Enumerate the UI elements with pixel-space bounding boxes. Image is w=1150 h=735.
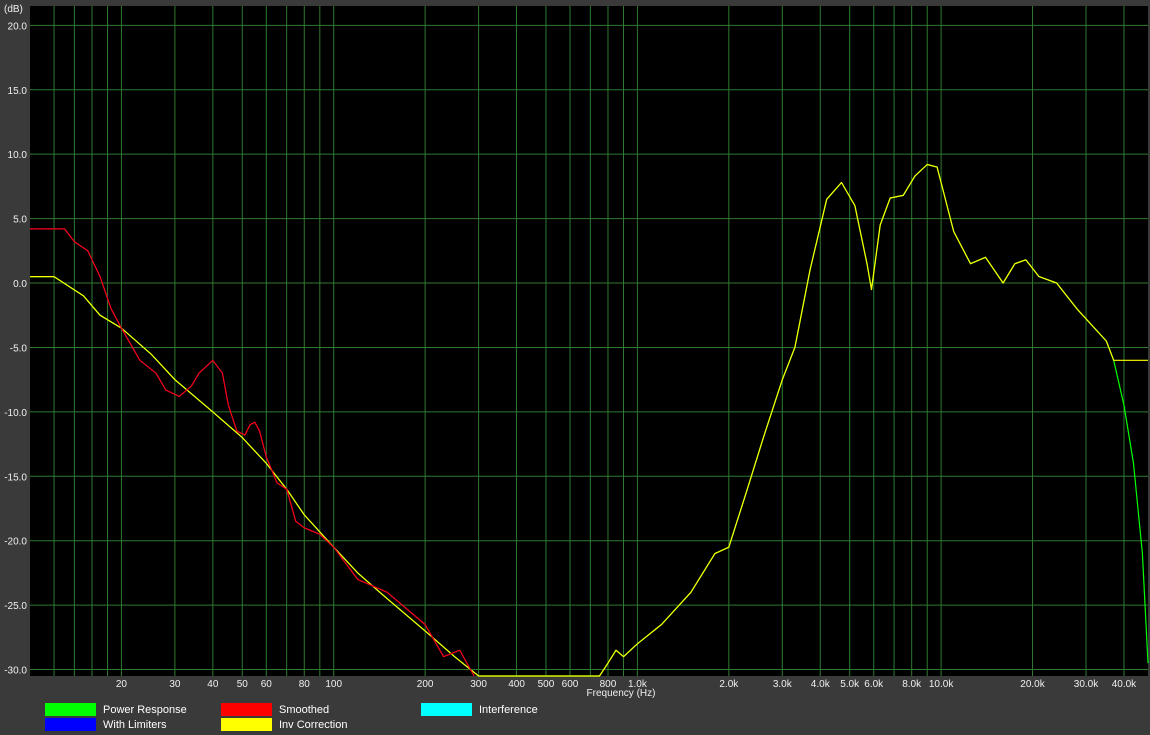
y-tick-label: -30.0 xyxy=(4,666,27,677)
x-tick-label: 40 xyxy=(207,679,219,690)
y-tick-label: 0.0 xyxy=(13,279,27,290)
x-tick-label: 600 xyxy=(562,679,579,690)
y-tick-label: -5.0 xyxy=(10,343,28,354)
x-tick-label: 8.0k xyxy=(902,679,922,690)
legend-swatch-interference xyxy=(421,703,472,716)
legend-swatch-power-response xyxy=(45,703,96,716)
x-tick-label: 50 xyxy=(237,679,249,690)
y-tick-label: 20.0 xyxy=(8,21,28,32)
plot-area xyxy=(30,6,1148,676)
frequency-response-chart: 20.0 15.0 10.0 5.0 0.0 -5.0 -10.0 -15.0 -20.0 -25… xyxy=(0,0,1150,735)
y-tick-label: -20.0 xyxy=(4,537,27,548)
chart-svg: 20.0 15.0 10.0 5.0 0.0 -5.0 -10.0 -15.0 -20.0 -25… xyxy=(0,0,1150,735)
y-tick-label: -25.0 xyxy=(4,601,27,612)
x-tick-label: 300 xyxy=(470,679,487,690)
x-tick-label: 3.0k xyxy=(773,679,793,690)
x-axis-label: Frequency (Hz) xyxy=(587,688,656,699)
x-tick-label: 2.0k xyxy=(719,679,739,690)
x-tick-label: 400 xyxy=(508,679,525,690)
y-tick-label: -15.0 xyxy=(4,472,27,483)
legend-label-inv-correction: Inv Correction xyxy=(279,719,347,731)
legend-label-power-response: Power Response xyxy=(103,704,187,716)
x-tick-label: 30.0k xyxy=(1074,679,1099,690)
x-tick-label: 200 xyxy=(417,679,434,690)
legend-swatch-with-limiters xyxy=(45,718,96,731)
x-tick-label: 80 xyxy=(299,679,311,690)
y-tick-label: 10.0 xyxy=(8,150,28,161)
x-tick-label: 60 xyxy=(261,679,273,690)
legend-label-smoothed: Smoothed xyxy=(279,704,329,716)
x-tick-label: 30 xyxy=(169,679,181,690)
x-tick-label: 4.0k xyxy=(811,679,831,690)
x-tick-label: 10.0k xyxy=(929,679,954,690)
legend-label-with-limiters: With Limiters xyxy=(103,719,167,731)
legend-swatch-smoothed xyxy=(221,703,272,716)
x-tick-label: 20.0k xyxy=(1020,679,1045,690)
x-tick-label: 5.0k xyxy=(840,679,860,690)
legend-label-interference: Interference xyxy=(479,704,538,716)
legend-swatch-inv-correction xyxy=(221,718,272,731)
y-tick-label: -10.0 xyxy=(4,408,27,419)
x-tick-label: 6.0k xyxy=(864,679,884,690)
y-tick-label: 5.0 xyxy=(13,215,27,226)
x-tick-label: 500 xyxy=(538,679,555,690)
y-unit-label: (dB) xyxy=(4,4,23,15)
x-tick-label: 100 xyxy=(325,679,342,690)
x-tick-label: 40.0k xyxy=(1112,679,1137,690)
x-tick-label: 20 xyxy=(116,679,128,690)
y-tick-label: 15.0 xyxy=(8,86,28,97)
